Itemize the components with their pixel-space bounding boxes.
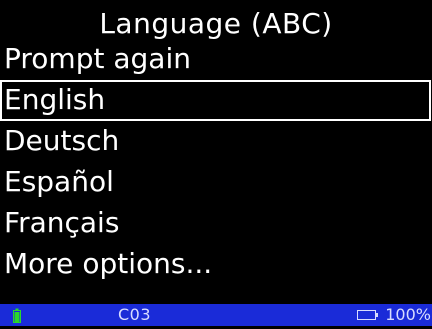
menu-item-deutsch[interactable]: Deutsch xyxy=(0,121,432,162)
language-menu: Prompt again English Deutsch Español Fra… xyxy=(0,42,432,326)
menu-item-prompt-again[interactable]: Prompt again xyxy=(0,39,432,80)
battery-status: 100% xyxy=(357,304,431,326)
device-screen: Language (ABC) Prompt again English Deut… xyxy=(0,0,432,326)
menu-item-espanol[interactable]: Español xyxy=(0,162,432,203)
status-bar: C03 100% xyxy=(0,304,432,326)
charging-battery-icon xyxy=(13,307,21,323)
menu-item-english[interactable]: English xyxy=(0,80,431,121)
menu-item-francais[interactable]: Français xyxy=(0,203,432,244)
status-code: C03 xyxy=(118,305,152,324)
menu-item-more-options[interactable]: More options... xyxy=(0,244,432,285)
battery-percent: 100% xyxy=(385,305,431,324)
battery-icon xyxy=(357,304,379,326)
